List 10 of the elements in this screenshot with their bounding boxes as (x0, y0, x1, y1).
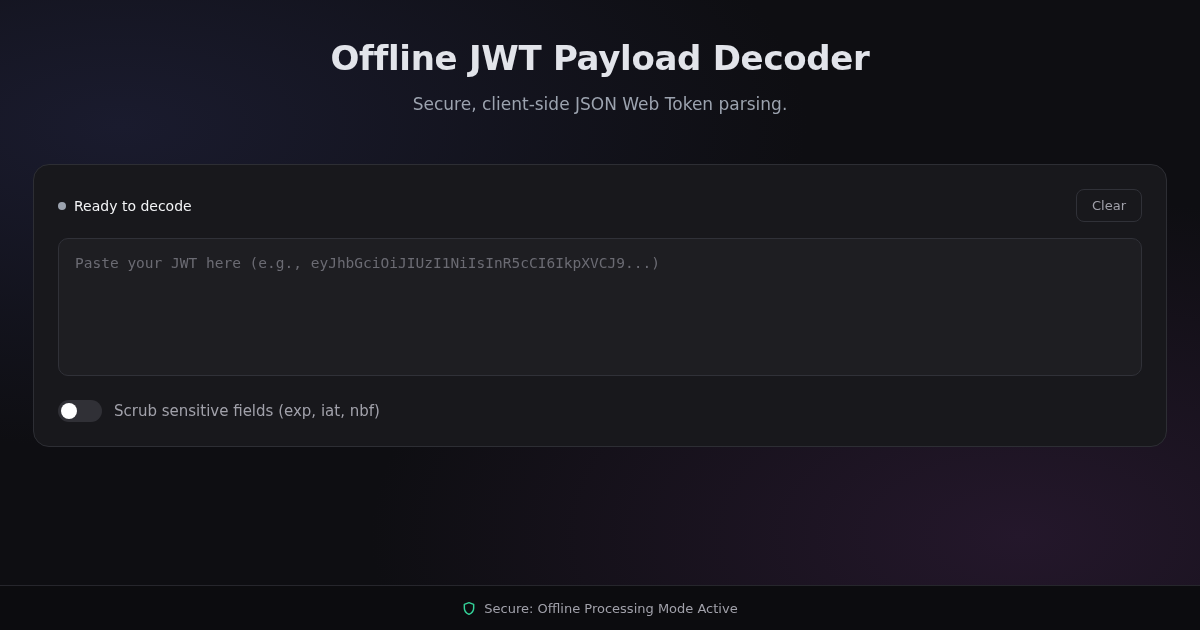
status-text: Ready to decode (74, 197, 192, 214)
scrub-toggle-label: Scrub sensitive fields (exp, iat, nbf) (114, 402, 380, 420)
shield-icon (462, 600, 477, 616)
page-title: Offline JWT Payload Decoder (330, 38, 870, 78)
scrub-toggle[interactable] (58, 400, 102, 422)
clear-button[interactable]: Clear (1076, 189, 1142, 222)
page-subtitle: Secure, client-side JSON Web Token parsing. (412, 94, 788, 114)
footer-text: Secure: Offline Processing Mode Active (484, 600, 738, 616)
status-dot (58, 201, 66, 210)
token-input-field[interactable]: Paste your JWT here (e.g., eyJhbGciOiJIUzI1NiIsInR5cCI6IkpXVCJ9...) (58, 238, 1142, 376)
